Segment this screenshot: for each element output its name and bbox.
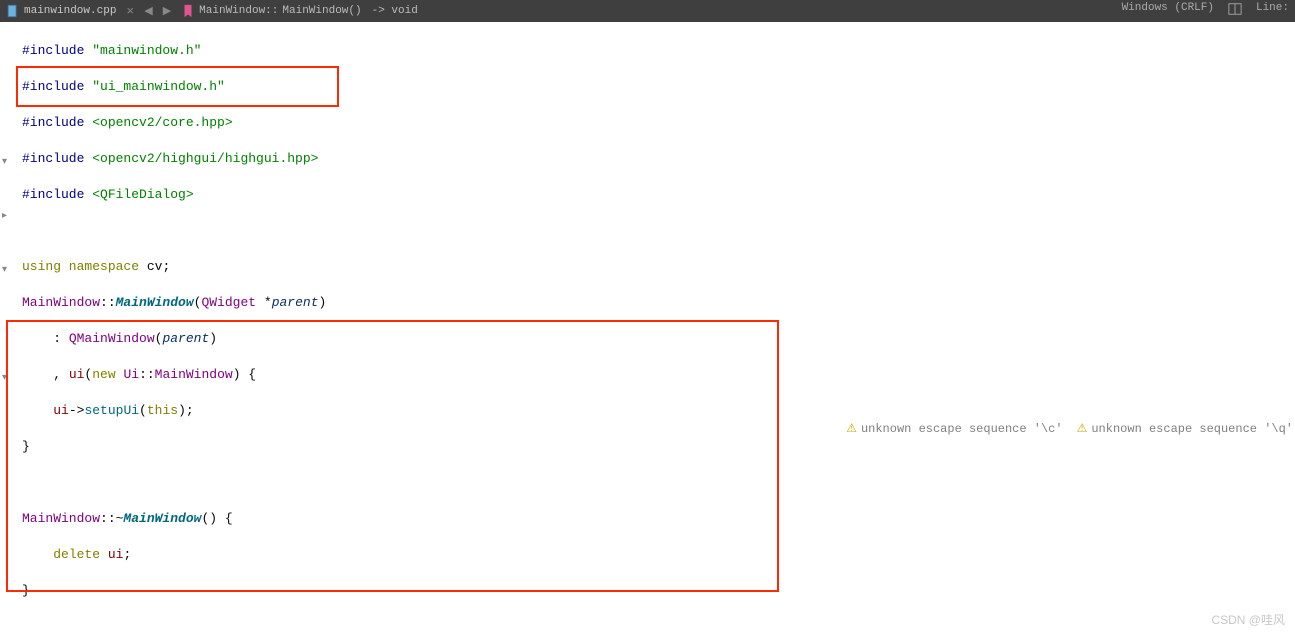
warning-item[interactable]: ⚠ unknown escape sequence '\c' bbox=[846, 420, 1062, 438]
warning-text: unknown escape sequence '\q' bbox=[1091, 420, 1293, 438]
warning-icon: ⚠ bbox=[846, 420, 857, 438]
fold-marker-icon[interactable]: ▾ bbox=[2, 154, 7, 172]
chevron-right-icon[interactable]: ▶ bbox=[163, 4, 171, 18]
cpp-file-icon bbox=[6, 4, 20, 18]
fold-gutter: ▾ ▸ ▾ ▾ bbox=[2, 24, 16, 132]
file-tab[interactable]: mainwindow.cpp bbox=[6, 4, 116, 18]
watermark: CSDN @哇风 bbox=[1211, 611, 1285, 628]
chevron-left-icon[interactable]: ◀ bbox=[144, 4, 152, 18]
encoding-label[interactable]: Windows (CRLF) bbox=[1122, 2, 1214, 20]
file-tab-label: mainwindow.cpp bbox=[24, 5, 116, 17]
breadcrumb-class: MainWindow:: bbox=[199, 5, 278, 17]
split-icon[interactable] bbox=[1228, 2, 1242, 20]
breadcrumb[interactable]: MainWindow::MainWindow() -> void bbox=[181, 4, 418, 18]
breadcrumb-func: MainWindow() bbox=[282, 5, 361, 17]
inline-warnings: ⚠ unknown escape sequence '\c' ⚠ unknown… bbox=[846, 420, 1293, 438]
close-tab-icon[interactable]: × bbox=[126, 4, 134, 19]
warning-icon: ⚠ bbox=[1077, 420, 1088, 438]
editor-tab-bar: mainwindow.cpp × ◀ ▶ MainWindow::MainWin… bbox=[0, 0, 1295, 22]
fold-marker-icon[interactable]: ▾ bbox=[2, 262, 7, 280]
line-label[interactable]: Line: bbox=[1256, 2, 1289, 20]
warning-item[interactable]: ⚠ unknown escape sequence '\q' bbox=[1077, 420, 1293, 438]
warning-text: unknown escape sequence '\c' bbox=[861, 420, 1063, 438]
fold-marker-icon[interactable]: ▸ bbox=[2, 208, 7, 226]
code-editor[interactable]: #include "mainwindow.h" #include "ui_mai… bbox=[0, 22, 1295, 634]
fold-marker-icon[interactable]: ▾ bbox=[2, 370, 7, 388]
breadcrumb-ret: -> void bbox=[372, 5, 418, 17]
bookmark-icon bbox=[181, 4, 195, 18]
